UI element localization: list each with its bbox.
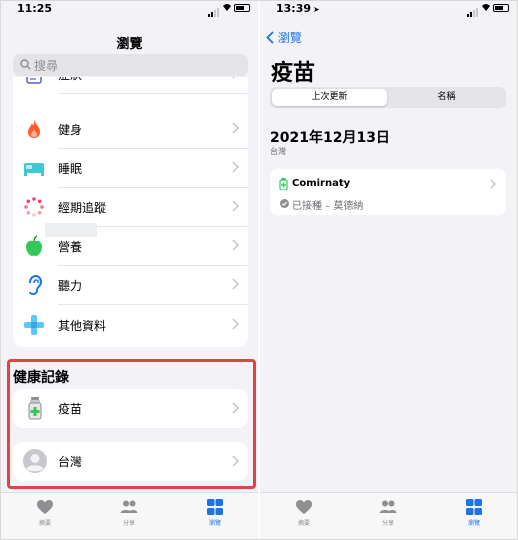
- redaction-block: [45, 223, 97, 237]
- vaccine-name: Comirnaty: [292, 178, 351, 189]
- tab-label: 分享: [122, 520, 135, 527]
- battery-icon: [234, 4, 250, 12]
- ear-icon: [29, 274, 43, 296]
- vaccine-status: 已接種 – 莫德納: [292, 201, 364, 212]
- tab-summary[interactable]: 摘要: [15, 499, 75, 527]
- tab-bar: 摘要 分享 瀏覽: [260, 492, 517, 539]
- date-heading: 2021年12月13日: [270, 130, 390, 146]
- chevron-right-icon: [232, 455, 239, 467]
- category-row-hearing[interactable]: 聽力: [13, 266, 248, 305]
- records-row-taiwan[interactable]: 台灣: [13, 442, 248, 481]
- avatar-icon: [23, 449, 47, 473]
- tab-summary[interactable]: 摘要: [274, 499, 334, 527]
- tab-label: 摘要: [38, 520, 51, 527]
- status-time: 11:25: [17, 2, 53, 15]
- chevron-right-icon: [232, 239, 239, 251]
- people-icon: [379, 500, 397, 513]
- category-row-other-data[interactable]: 其他資料: [13, 306, 248, 345]
- cellular-signal-icon: [208, 4, 220, 17]
- status-bar: 13:39 ➤: [260, 1, 517, 17]
- chevron-right-icon: [232, 278, 239, 290]
- records-row-vaccines[interactable]: 疫苗: [13, 389, 248, 428]
- health-records-heading: 健康記錄: [13, 370, 69, 386]
- grid-icon: [207, 499, 223, 515]
- battery-icon: [493, 4, 509, 12]
- verified-badge-icon: [280, 199, 289, 208]
- tab-browse[interactable]: 瀏覽: [444, 499, 504, 527]
- flame-icon: [28, 120, 40, 138]
- tab-bar: 摘要 分享 瀏覽: [1, 492, 258, 539]
- grid-icon: [466, 499, 482, 515]
- search-placeholder: 搜尋: [34, 59, 59, 73]
- back-button[interactable]: 瀏覽: [266, 29, 302, 46]
- page-title: 瀏覽: [116, 37, 143, 52]
- segment-last-updated[interactable]: 上次更新: [272, 89, 387, 106]
- status-bar: 11:25: [1, 1, 258, 17]
- chevron-right-icon: [232, 200, 239, 212]
- heart-icon: [296, 500, 312, 514]
- chevron-right-icon: [232, 77, 236, 79]
- chevron-right-icon: [232, 122, 239, 134]
- tab-label: 瀏覽: [208, 520, 221, 527]
- page-title: 疫苗: [271, 61, 316, 86]
- cellular-signal-icon: [467, 4, 479, 17]
- back-label: 瀏覽: [277, 31, 302, 45]
- tab-sharing[interactable]: 分享: [358, 499, 418, 527]
- health-categories-list: 症狀 健身 睡眠 經期追蹤 營養: [13, 77, 248, 347]
- cycle-icon: [24, 197, 44, 217]
- chevron-right-icon: [232, 402, 239, 414]
- wifi-icon: [482, 4, 490, 11]
- chevron-right-icon: [490, 179, 496, 189]
- vaccines-screen: 13:39 ➤ 瀏覽 疫苗 上次更新 名稱 2021年12月13日 台灣 Comi…: [260, 1, 517, 539]
- apple-icon: [26, 235, 42, 256]
- category-label: 其他資料: [58, 319, 107, 333]
- tab-label: 瀏覽: [467, 520, 480, 527]
- location-arrow-icon: ➤: [313, 5, 320, 14]
- search-icon: [20, 59, 31, 70]
- search-field[interactable]: 搜尋: [13, 54, 248, 76]
- records-row-label: 疫苗: [58, 402, 83, 416]
- people-icon: [120, 500, 138, 513]
- category-label: 營養: [58, 240, 83, 254]
- wifi-icon: [223, 4, 231, 11]
- chevron-right-icon: [232, 318, 239, 330]
- category-label: 經期追蹤: [58, 201, 107, 215]
- category-row-fitness[interactable]: 健身: [13, 110, 248, 149]
- heart-icon: [37, 500, 53, 514]
- vaccine-vial-icon: [28, 397, 42, 420]
- category-label: 健身: [58, 123, 83, 137]
- status-time: 13:39 ➤: [276, 2, 320, 15]
- chevron-left-icon: [266, 31, 274, 44]
- browse-screen: 11:25 瀏覽 搜尋 症狀 健身 睡眠: [1, 1, 258, 539]
- symptoms-icon: [26, 77, 42, 84]
- records-row-label: 台灣: [58, 455, 83, 469]
- category-row-symptoms[interactable]: 症狀: [13, 77, 248, 94]
- category-label: 睡眠: [58, 162, 83, 176]
- bed-icon: [24, 163, 44, 176]
- category-label: 症狀: [58, 77, 82, 83]
- vaccine-record-card[interactable]: Comirnaty 已接種 – 莫德納: [270, 169, 506, 215]
- category-row-sleep[interactable]: 睡眠: [13, 149, 248, 188]
- segment-name[interactable]: 名稱: [389, 89, 504, 106]
- sort-segmented-control: 上次更新 名稱: [270, 87, 506, 108]
- plus-icon: [24, 315, 44, 335]
- vaccine-vial-icon: [279, 178, 288, 190]
- category-label: 聽力: [58, 279, 83, 293]
- tab-label: 摘要: [297, 520, 310, 527]
- tab-label: 分享: [381, 520, 394, 527]
- tab-sharing[interactable]: 分享: [99, 499, 159, 527]
- tab-browse[interactable]: 瀏覽: [185, 499, 245, 527]
- region-label: 台灣: [270, 147, 286, 156]
- category-row-cycle-tracking[interactable]: 經期追蹤: [13, 188, 248, 227]
- chevron-right-icon: [232, 161, 239, 173]
